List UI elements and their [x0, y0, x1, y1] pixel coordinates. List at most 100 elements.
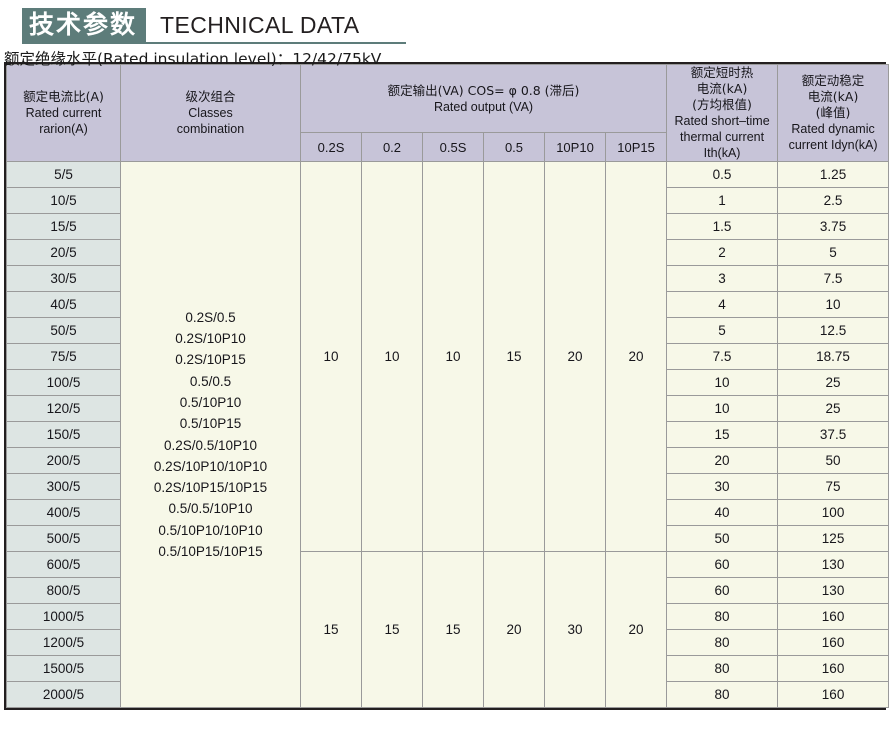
header-rated-current-ratio-en1: Rated current [25, 106, 102, 120]
classes-combination-line: 0.5/10P15 [179, 416, 242, 432]
header-rated-current-ratio-cn: 额定电流比(A) [23, 89, 104, 104]
header-dynamic-current: 额定动稳定 电流(kA) (峰值) Rated dynamic current … [777, 64, 890, 162]
cell-rated-output-0.2: 10 [361, 161, 423, 552]
cell-thermal-current: 60 [666, 551, 779, 578]
cell-rated-current-ratio: 150/5 [6, 421, 121, 448]
cell-rated-current-ratio: 75/5 [6, 343, 121, 370]
table-body: 5/5 0.2S/0.5 0.2S/10P10 0.2S/10P15 0.5/0.5 0.… [6, 161, 890, 708]
cell-thermal-current: 80 [666, 603, 779, 630]
cell-rated-output-0.5: 20 [483, 551, 545, 708]
cell-thermal-current: 1 [666, 187, 779, 214]
classes-combination-line: 0.5/0.5/10P10 [168, 501, 253, 517]
header-dynamic-current-cn1: 额定动稳定 [801, 73, 865, 88]
cell-rated-current-ratio: 600/5 [6, 551, 121, 578]
header-classes-combination: 级次组合 Classes combination [120, 64, 301, 162]
header-rated-output-cn: 额定输出(VA) COS= φ 0.8 (滞后) [387, 82, 580, 98]
cell-thermal-current: 80 [666, 655, 779, 682]
cell-thermal-current: 30 [666, 473, 779, 500]
cell-rated-current-ratio: 100/5 [6, 369, 121, 396]
cell-dynamic-current: 25 [777, 395, 890, 422]
header-dynamic-current-cn2: 电流(kA) [807, 89, 859, 104]
cell-rated-current-ratio: 10/5 [6, 187, 121, 214]
cell-thermal-current: 15 [666, 421, 779, 448]
classes-combination-line: 0.5/10P15/10P15 [158, 544, 263, 560]
header-rated-output-class-0.2: 0.2 [361, 132, 423, 162]
table-row: 5/5 0.2S/0.5 0.2S/10P10 0.2S/10P15 0.5/0.5 0.… [6, 161, 890, 708]
cell-rated-current-ratio: 5/5 [6, 161, 121, 188]
cell-thermal-current: 40 [666, 499, 779, 526]
cell-dynamic-current: 12.5 [777, 317, 890, 344]
cell-dynamic-current: 50 [777, 447, 890, 474]
cell-rated-current-ratio: 300/5 [6, 473, 121, 500]
cell-dynamic-current: 5 [777, 239, 890, 266]
cell-dynamic-current: 160 [777, 603, 890, 630]
title-underline [22, 42, 406, 44]
classes-combination-line: 0.5/10P10/10P10 [158, 522, 263, 538]
cell-rated-output-0.2S: 15 [300, 551, 362, 708]
cell-rated-current-ratio: 15/5 [6, 213, 121, 240]
header-thermal-current-cn2: 电流(kA) [696, 81, 748, 96]
header-thermal-current-en2: thermal current [680, 130, 765, 144]
cell-thermal-current: 7.5 [666, 343, 779, 370]
cell-dynamic-current: 1.25 [777, 161, 890, 188]
cell-dynamic-current: 130 [777, 577, 890, 604]
cell-rated-current-ratio: 400/5 [6, 499, 121, 526]
header-rated-output-class-10P15: 10P15 [604, 132, 668, 162]
header-classes-combination-en2: combination [176, 122, 245, 136]
cell-thermal-current: 5 [666, 317, 779, 344]
header-dynamic-current-cn3: (峰值) [815, 105, 851, 120]
classes-combination-line: 0.2S/0.5 [185, 309, 236, 325]
cell-dynamic-current: 10 [777, 291, 890, 318]
cell-rated-output-10P10: 20 [544, 161, 606, 552]
cell-rated-current-ratio: 1200/5 [6, 629, 121, 656]
cell-dynamic-current: 100 [777, 499, 890, 526]
cell-rated-output-10P15: 20 [604, 161, 668, 552]
cell-rated-current-ratio: 120/5 [6, 395, 121, 422]
cell-thermal-current: 80 [666, 681, 779, 708]
cell-rated-output-0.2S: 10 [300, 161, 362, 552]
rated-insulation-level-text: 额定绝缘水平(Rated insulation level)：12/42/75k… [4, 50, 382, 68]
cell-rated-output-0.2: 15 [361, 551, 423, 708]
cell-classes-combination: 0.2S/0.5 0.2S/10P10 0.2S/10P15 0.5/0.5 0.5/1… [120, 161, 301, 708]
classes-combination-line: 0.2S/10P15 [175, 352, 246, 368]
page-title-block: 技术参数 TECHNICAL DATA 额定绝缘水平(Rated insulat… [0, 0, 890, 68]
classes-combination-line: 0.2S/10P15/10P15 [153, 480, 268, 496]
header-rated-current-ratio: 额定电流比(A) Rated current rarion(A) [6, 64, 121, 162]
classes-combination-line: 0.2S/10P10/10P10 [153, 458, 268, 474]
header-thermal-current-en1: Rated short–time [674, 114, 770, 128]
header-dynamic-current-en1: Rated dynamic [791, 122, 875, 136]
cell-rated-output-0.5S: 15 [422, 551, 484, 708]
cell-thermal-current: 60 [666, 577, 779, 604]
cell-rated-current-ratio: 200/5 [6, 447, 121, 474]
header-rated-output-class-0.2S: 0.2S [300, 132, 362, 162]
header-classes-combination-cn: 级次组合 [185, 89, 236, 104]
cell-dynamic-current: 160 [777, 629, 890, 656]
header-dynamic-current-en2: current Idyn(kA) [788, 138, 878, 152]
cell-rated-current-ratio: 500/5 [6, 525, 121, 552]
table-head: 额定电流比(A) Rated current rarion(A) 级次组合 Cl… [6, 64, 890, 162]
cell-dynamic-current: 7.5 [777, 265, 890, 292]
header-classes-combination-en1: Classes [188, 106, 233, 120]
cell-rated-current-ratio: 1500/5 [6, 655, 121, 682]
header-rated-output-class-0.5S: 0.5S [422, 132, 484, 162]
cell-thermal-current: 10 [666, 395, 779, 422]
page-title-chinese: 技术参数 [22, 8, 147, 42]
cell-thermal-current: 0.5 [666, 161, 779, 188]
cell-rated-current-ratio: 20/5 [6, 239, 121, 266]
title-row: 技术参数 TECHNICAL DATA [0, 8, 890, 42]
cell-rated-output-10P10: 30 [544, 551, 606, 708]
cell-rated-output-0.5S: 10 [422, 161, 484, 552]
cell-rated-current-ratio: 40/5 [6, 291, 121, 318]
header-thermal-current: 额定短时热 电流(kA) (方均根值) Rated short–time the… [666, 64, 779, 162]
header-rated-output: 额定输出(VA) COS= φ 0.8 (滞后) Rated output (V… [299, 64, 668, 133]
cell-dynamic-current: 18.75 [777, 343, 890, 370]
cell-thermal-current: 2 [666, 239, 779, 266]
cell-dynamic-current: 130 [777, 551, 890, 578]
cell-dynamic-current: 125 [777, 525, 890, 552]
header-thermal-current-cn3: (方均根值) [692, 97, 752, 112]
cell-rated-current-ratio: 1000/5 [6, 603, 121, 630]
cell-dynamic-current: 37.5 [777, 421, 890, 448]
cell-thermal-current: 80 [666, 629, 779, 656]
classes-combination-line: 0.2S/10P10 [175, 330, 246, 346]
cell-dynamic-current: 2.5 [777, 187, 890, 214]
